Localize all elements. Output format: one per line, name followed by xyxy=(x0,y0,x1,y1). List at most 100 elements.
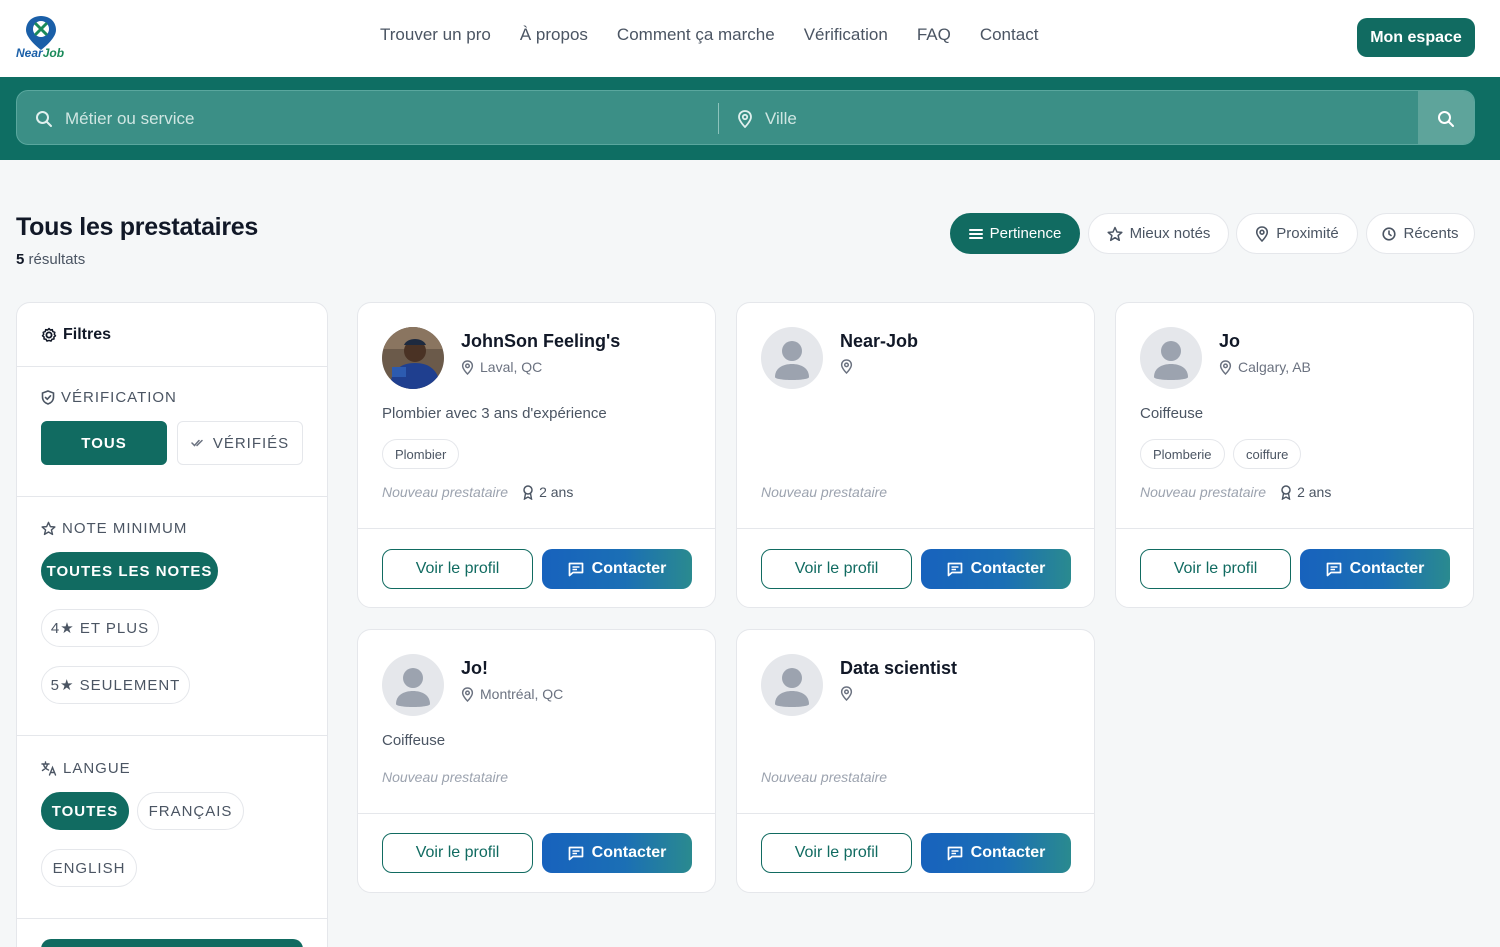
search-band: Métier ou service Ville xyxy=(0,77,1500,160)
filter-language-english[interactable]: English xyxy=(41,849,137,887)
mon-espace-button[interactable]: Mon espace xyxy=(1357,18,1475,57)
results-count: 5 résultats xyxy=(16,251,86,268)
provider-name[interactable]: Jo! xyxy=(461,658,488,679)
provider-card: JohnSon Feeling's Laval, QC Plombier ave… xyxy=(357,302,716,608)
clock-icon xyxy=(1382,226,1397,241)
top-header: NearJob Trouver un pro À propos Comment … xyxy=(0,0,1500,77)
provider-experience: 2 ans xyxy=(1280,484,1331,500)
star-icon xyxy=(1107,226,1123,241)
list-icon xyxy=(968,228,983,239)
avatar-placeholder[interactable] xyxy=(761,327,823,389)
provider-name[interactable]: Data scientist xyxy=(840,658,957,679)
sort-pertinence-button[interactable]: Pertinence xyxy=(950,213,1080,254)
provider-status: Nouveau prestataire xyxy=(382,769,509,785)
card-divider xyxy=(1116,528,1473,529)
location-pin-icon xyxy=(1256,225,1269,242)
location-pin-icon xyxy=(461,686,474,702)
avatar-placeholder[interactable] xyxy=(382,654,444,716)
filter-language-francais[interactable]: Français xyxy=(137,792,244,830)
message-icon xyxy=(568,846,584,860)
filter-rating-all[interactable]: Toutes les notes xyxy=(41,552,218,590)
nav-link-comment-ca-marche[interactable]: Comment ça marche xyxy=(617,25,775,45)
job-search-input[interactable]: Métier ou service xyxy=(35,91,715,144)
award-icon xyxy=(1281,484,1291,500)
nav-link-faq[interactable]: FAQ xyxy=(917,25,951,45)
provider-description: Coiffeuse xyxy=(382,732,446,749)
provider-location xyxy=(840,359,859,374)
filter-verification-title: Vérification xyxy=(41,389,177,406)
provider-location: Laval, QC xyxy=(461,359,542,375)
provider-card: Data scientist Nouveau prestataire Voir … xyxy=(736,629,1095,893)
provider-description: Plombier avec 3 ans d'expérience xyxy=(382,405,607,422)
search-icon xyxy=(1438,110,1454,127)
contact-button[interactable]: Contacter xyxy=(542,549,692,589)
search-bar: Métier ou service Ville xyxy=(16,90,1475,145)
logo-wordmark: NearJob xyxy=(16,46,65,60)
provider-status: Nouveau prestataire xyxy=(382,484,509,500)
avatar-photo[interactable] xyxy=(382,327,444,389)
filters-header: Filtres xyxy=(17,303,327,367)
provider-meta: Nouveau prestataire xyxy=(382,769,508,785)
skill-tag: coiffure xyxy=(1233,439,1302,469)
message-icon xyxy=(947,846,963,860)
filter-verification-tous[interactable]: Tous xyxy=(41,421,167,465)
avatar-placeholder[interactable] xyxy=(761,654,823,716)
provider-meta: Nouveau prestataire 2 ans xyxy=(1140,484,1331,500)
filter-rating-title: Note minimum xyxy=(41,520,187,537)
provider-meta: Nouveau prestataire xyxy=(761,769,887,785)
filters-sidebar: Filtres Vérification Tous Vérifiés Note … xyxy=(16,302,328,947)
page-title: Tous les prestataires xyxy=(16,213,258,241)
filter-rating-5-only[interactable]: 5★ seulement xyxy=(41,666,190,704)
provider-meta: Nouveau prestataire xyxy=(761,484,887,500)
filter-verification-verifies[interactable]: Vérifiés xyxy=(177,421,303,465)
message-icon xyxy=(1326,562,1342,576)
skill-tag: Plombier xyxy=(382,439,460,469)
view-profile-button[interactable]: Voir le profil xyxy=(382,833,533,873)
sort-recents-button[interactable]: Récents xyxy=(1366,213,1475,254)
provider-name[interactable]: Near-Job xyxy=(840,331,918,352)
location-pin-icon xyxy=(1219,359,1232,375)
sidebar-divider xyxy=(17,735,327,736)
provider-location xyxy=(840,686,859,701)
location-pin-icon xyxy=(461,359,474,375)
translate-icon xyxy=(41,761,57,776)
nav-link-trouver-un-pro[interactable]: Trouver un pro xyxy=(380,25,491,45)
card-divider xyxy=(358,813,715,814)
provider-status: Nouveau prestataire xyxy=(1140,484,1267,500)
provider-status: Nouveau prestataire xyxy=(761,769,888,785)
location-pin-icon xyxy=(840,686,853,701)
avatar-placeholder[interactable] xyxy=(1140,327,1202,389)
nav-link-verification[interactable]: Vérification xyxy=(804,25,888,45)
view-profile-button[interactable]: Voir le profil xyxy=(382,549,533,589)
provider-name[interactable]: Jo xyxy=(1219,331,1240,352)
provider-name[interactable]: JohnSon Feeling's xyxy=(461,331,620,352)
nav-link-a-propos[interactable]: À propos xyxy=(520,25,588,45)
provider-card: Jo! Montréal, QC Coiffeuse Nouveau prest… xyxy=(357,629,716,893)
card-divider xyxy=(737,813,1094,814)
city-search-input[interactable]: Ville xyxy=(737,91,1417,144)
sort-mieux-notes-button[interactable]: Mieux notés xyxy=(1088,213,1229,254)
filter-language-toutes[interactable]: Toutes xyxy=(41,792,129,830)
search-submit-button[interactable] xyxy=(1418,91,1474,144)
view-profile-button[interactable]: Voir le profil xyxy=(1140,549,1291,589)
apply-filters-button[interactable] xyxy=(41,939,303,947)
message-icon xyxy=(568,562,584,576)
sort-proximite-button[interactable]: Proximité xyxy=(1236,213,1358,254)
sidebar-divider xyxy=(17,496,327,497)
contact-button[interactable]: Contacter xyxy=(1300,549,1450,589)
star-icon xyxy=(41,521,56,536)
view-profile-button[interactable]: Voir le profil xyxy=(761,833,912,873)
filter-language-title: Langue xyxy=(41,760,131,777)
card-divider xyxy=(358,528,715,529)
provider-meta: Nouveau prestataire 2 ans xyxy=(382,484,573,500)
location-pin-icon xyxy=(738,109,752,128)
provider-experience: 2 ans xyxy=(522,484,573,500)
contact-button[interactable]: Contacter xyxy=(542,833,692,873)
view-profile-button[interactable]: Voir le profil xyxy=(761,549,912,589)
filter-rating-4-plus[interactable]: 4★ et plus xyxy=(41,609,159,647)
shield-icon xyxy=(41,390,55,405)
skill-tag: Plomberie xyxy=(1140,439,1225,469)
contact-button[interactable]: Contacter xyxy=(921,833,1071,873)
contact-button[interactable]: Contacter xyxy=(921,549,1071,589)
nav-link-contact[interactable]: Contact xyxy=(980,25,1039,45)
